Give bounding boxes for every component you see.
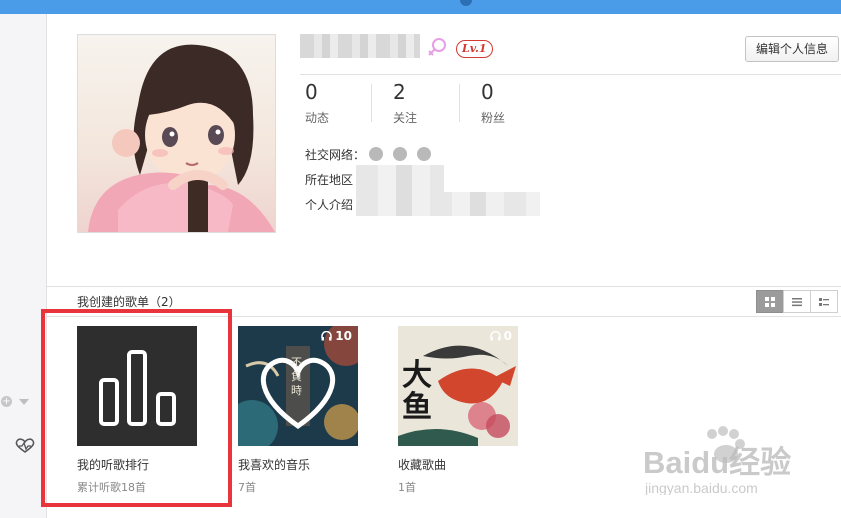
douban-icon[interactable] [393,147,407,161]
stat-fans[interactable]: 0 粉丝 [481,80,505,126]
edit-profile-button[interactable]: 编辑个人信息 [745,36,839,62]
created-playlists-title: 我创建的歌单（2） [77,295,181,309]
playlist-card-liked[interactable]: 不負時 10 我喜欢的音乐 7首 [238,326,360,495]
play-count: 0 [489,329,512,343]
location-redacted [356,165,444,193]
section-divider-top [47,286,841,287]
weibo-icon[interactable] [369,147,383,161]
playlist-card-collected[interactable]: 大鱼 0 收藏歌曲 1首 [398,326,520,495]
liked-cover[interactable]: 不負時 10 [238,326,358,446]
user-avatar[interactable] [77,34,276,233]
grid-icon [765,296,775,307]
level-badge: Lv.1 [456,40,493,58]
grid-view-button[interactable] [756,290,784,313]
heartbeat-icon[interactable] [14,438,36,458]
username-redacted [300,34,420,58]
stat-events-label: 动态 [305,111,330,125]
top-bar-notch [460,0,472,6]
card-subtitle: 1首 [398,481,416,494]
stat-separator [459,84,460,122]
card-subtitle: 7首 [238,481,256,494]
sidebar-add-playlist[interactable]: + [1,396,29,407]
bio-redacted [356,192,540,216]
play-count-value: 0 [503,329,512,343]
stat-fans-count: 0 [481,80,494,104]
headphones-icon [321,331,333,341]
female-gender-icon [426,37,448,63]
collected-cover[interactable]: 大鱼 0 [398,326,518,446]
detail-list-icon [819,297,829,306]
profile-divider [300,74,841,75]
stat-follows-count: 2 [393,80,406,104]
highlight-box [41,309,232,507]
window-top-bar [0,0,841,14]
headphones-icon [489,331,501,341]
stat-events-count: 0 [305,80,318,104]
list-icon [792,297,802,306]
cover-vertical-text: 不負時 [291,356,302,397]
play-count: 10 [321,329,352,343]
cover-title-text: 大鱼 [402,358,432,425]
bio-label: 个人介绍 [305,198,354,212]
watermark-url: jingyan.baidu.com [644,480,758,495]
left-sidebar: + [0,14,47,518]
card-title[interactable]: 我喜欢的音乐 [238,456,360,473]
card-title[interactable]: 收藏歌曲 [398,456,520,473]
list-view-button[interactable] [783,290,811,313]
view-mode-switcher [756,290,838,313]
stat-events[interactable]: 0 动态 [305,80,329,126]
stat-separator [371,84,372,122]
location-label: 所在地区 [305,173,354,187]
renren-icon[interactable] [417,147,431,161]
baidu-jingyan-watermark: Baidu经验 jingyan.baidu.com [640,425,835,496]
detail-view-button[interactable] [810,290,838,313]
social-network-label: 社交网络： [305,148,366,162]
play-count-value: 10 [335,329,352,343]
stat-follows-label: 关注 [393,111,418,125]
plus-icon[interactable]: + [1,396,12,407]
stat-follows[interactable]: 2 关注 [393,80,417,126]
watermark-brand: Baidu经验 [643,445,791,480]
stat-fans-label: 粉丝 [481,111,506,125]
chevron-down-icon[interactable] [19,398,29,405]
